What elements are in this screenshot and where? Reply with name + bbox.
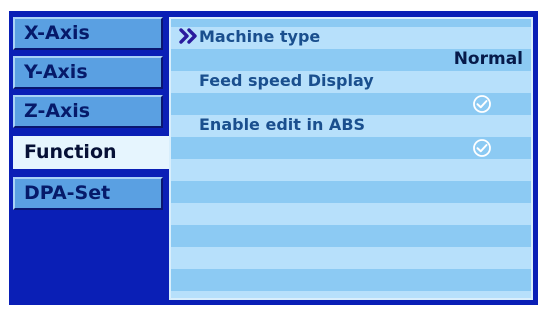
double-chevron-right-icon [179,28,197,44]
function-settings-screen: X-Axis Y-Axis Z-Axis Function DPA-Set Ma… [9,11,538,305]
enable-edit-in-abs-label: Enable edit in ABS [199,115,366,134]
sidebar-item-y-axis[interactable]: Y-Axis [13,56,163,89]
machine-type-label: Machine type [199,27,321,46]
sidebar-item-x-axis[interactable]: X-Axis [13,17,163,50]
row-stripe [171,159,531,181]
check-circle-icon[interactable] [472,138,492,158]
function-settings-panel: Machine type Normal Feed speed Display E… [169,17,533,300]
row-stripe [171,247,531,269]
machine-type-value[interactable]: Normal [454,49,523,69]
sidebar-item-z-axis[interactable]: Z-Axis [13,95,163,128]
sidebar-item-function[interactable]: Function [13,136,173,169]
sidebar: X-Axis Y-Axis Z-Axis Function DPA-Set [13,17,173,301]
feed-speed-display-label: Feed speed Display [199,71,374,90]
row-stripe [171,291,531,298]
check-circle-icon[interactable] [472,94,492,114]
row-stripe [171,203,531,225]
sidebar-item-dpa-set[interactable]: DPA-Set [13,177,163,210]
